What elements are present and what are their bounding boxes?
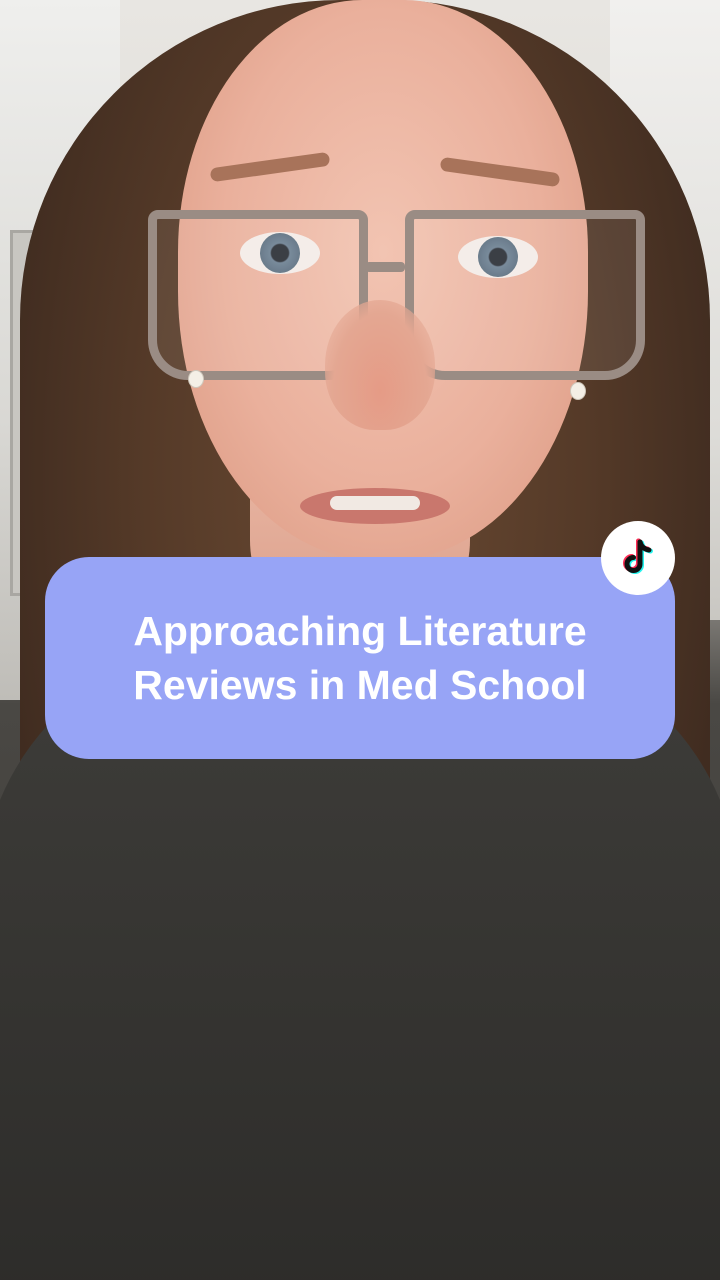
title-card: Approaching Literature Reviews in Med Sc…	[45, 557, 675, 759]
person-teeth	[330, 496, 420, 510]
title-line-1: Approaching Literature	[133, 608, 587, 654]
tiktok-badge[interactable]	[601, 521, 675, 595]
person-nose	[325, 300, 435, 430]
title-line-2: Reviews in Med School	[133, 662, 587, 708]
glasses-bridge	[365, 262, 405, 272]
left-earring	[188, 370, 204, 388]
title-text: Approaching Literature Reviews in Med Sc…	[133, 604, 586, 712]
glasses-right-lens	[405, 210, 645, 380]
video-frame: Approaching Literature Reviews in Med Sc…	[0, 0, 720, 1280]
tiktok-logo-icon	[623, 538, 653, 574]
right-earring	[570, 382, 586, 400]
